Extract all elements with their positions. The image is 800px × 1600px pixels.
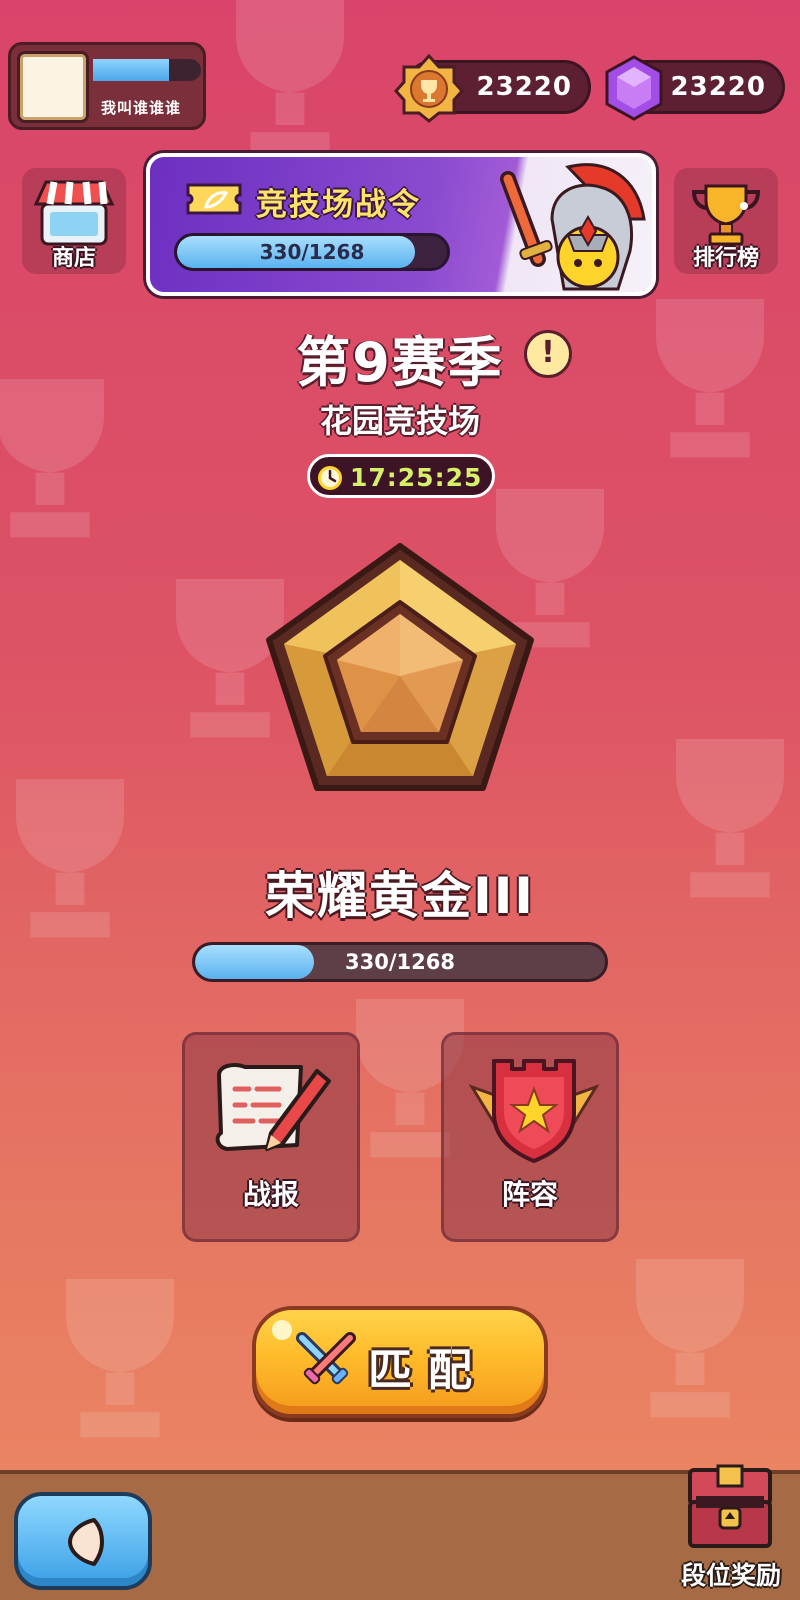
- lineup-label: 阵容: [501, 1178, 558, 1211]
- gem-count: 23220: [670, 72, 766, 102]
- battle-report-label: 战报: [242, 1178, 299, 1211]
- lineup-button[interactable]: 阵容: [441, 1032, 619, 1242]
- rank-progress-text: 330/1268: [345, 950, 455, 974]
- arena-name: 花园竞技场: [319, 402, 480, 440]
- back-arrow-icon: [68, 1518, 104, 1566]
- back-button[interactable]: [14, 1492, 152, 1590]
- treasure-chest-icon: [688, 1464, 772, 1548]
- bottom-bar: 段位奖励: [0, 1464, 800, 1600]
- trophy-counter[interactable]: 23220: [394, 53, 591, 123]
- gem-counter[interactable]: 23220: [605, 55, 785, 121]
- player-xp-bar: [93, 59, 201, 81]
- shield-star-icon: [468, 1059, 600, 1163]
- ticket-icon: [186, 183, 242, 215]
- gold-cup-icon: [691, 184, 761, 246]
- season-title: 第9赛季: [296, 331, 504, 394]
- battle-pass-progress-text: 330/1268: [259, 240, 365, 264]
- battle-report-button[interactable]: 战报: [182, 1032, 360, 1242]
- shop-button[interactable]: 商店: [22, 168, 126, 274]
- leaderboard-button[interactable]: 排行榜: [674, 168, 778, 274]
- battle-pass-progress-bar: 330/1268: [174, 233, 450, 271]
- rank-reward-label: 段位奖励: [680, 1561, 781, 1590]
- purple-gem-icon: [605, 55, 663, 121]
- match-button-highlight: [272, 1320, 292, 1340]
- match-button[interactable]: 匹配: [252, 1306, 548, 1418]
- knight-helmet-icon: [500, 163, 646, 291]
- season-timer-text: 17:25:25: [350, 463, 483, 492]
- player-xp-fill: [93, 59, 169, 81]
- match-button-label: 匹配: [368, 1345, 488, 1396]
- info-icon: !: [541, 335, 555, 370]
- stopwatch-icon: [316, 464, 344, 492]
- season-timer: 17:25:25: [307, 454, 495, 498]
- rank-reward-button[interactable]: 段位奖励: [666, 1460, 796, 1600]
- scroll-pen-icon: [215, 1063, 331, 1151]
- battle-pass-title: 竞技场战令: [256, 187, 421, 223]
- rank-progress-bar: 330/1268: [192, 942, 608, 982]
- shop-stall-icon: [33, 180, 115, 246]
- crossed-swords-icon: [296, 1332, 356, 1385]
- gold-rank-emblem: [266, 543, 534, 791]
- trophy-badge-icon: [394, 53, 464, 123]
- shop-label: 商店: [51, 246, 96, 271]
- avatar[interactable]: [17, 51, 89, 123]
- player-card[interactable]: 我叫谁谁谁: [8, 42, 206, 130]
- rank-name: 荣耀黄金III: [265, 867, 535, 925]
- battle-pass-banner[interactable]: 竞技场战令 330/1268: [146, 153, 656, 296]
- season-info-button[interactable]: !: [524, 330, 572, 378]
- trophy-count: 23220: [476, 72, 572, 102]
- player-name: 我叫谁谁谁: [101, 99, 182, 117]
- leaderboard-label: 排行榜: [692, 246, 759, 271]
